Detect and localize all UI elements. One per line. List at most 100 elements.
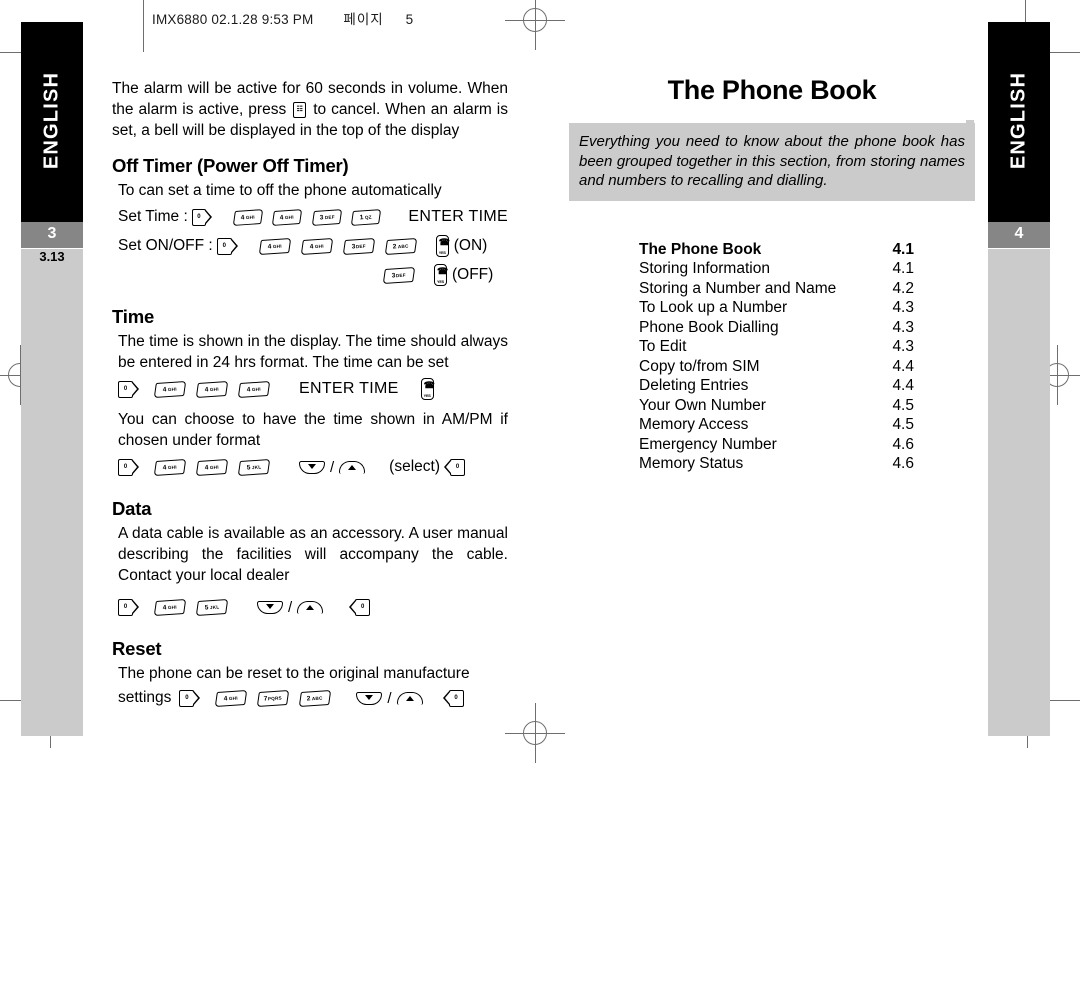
intro-box: Everything you need to know about the ph… [569, 123, 975, 201]
nav-up-key-icon [396, 691, 423, 705]
toc-label: Storing a Number and Name [639, 279, 837, 297]
off-label: (OFF) [452, 266, 494, 283]
section-heading-data: Data [112, 498, 152, 519]
toc-label: Your Own Number [639, 396, 766, 414]
toc-page: 4.5 [892, 396, 914, 414]
num4-key-icon: 4GHI [232, 208, 264, 226]
toc-row[interactable]: Storing Information 4.1 [639, 259, 914, 279]
num4-key-icon: 4GHI [153, 598, 187, 616]
right-page-gray-column [988, 249, 1050, 736]
key-sequence-data: 0 4GHI 5JKL / 0 [112, 594, 508, 620]
num4-key-icon: 4GHI [195, 380, 229, 398]
reset-settings-label: settings [118, 689, 172, 706]
toc-page: 4.1 [892, 260, 914, 277]
left-page-number: 3 [47, 225, 57, 242]
left-language-tab: ENGLISH [21, 22, 83, 222]
num3-key-icon: 3DEF [311, 208, 343, 226]
num4-key-icon: 4GHI [258, 237, 291, 255]
menu-key-icon: 0 [118, 598, 139, 616]
nav-up-key-icon [297, 600, 324, 614]
enter-time-label: ENTER TIME [299, 380, 399, 397]
toc-page: 4.4 [892, 357, 914, 375]
table-of-contents: The Phone Book 4.1 Storing Information 4… [639, 240, 914, 474]
toc-row[interactable]: Storing a Number and Name 4.2 [639, 279, 914, 299]
left-language-tab-label: ENGLISH [40, 71, 63, 170]
toc-row[interactable]: Memory Status 4.6 [639, 454, 914, 474]
print-header-page-number: 5 [405, 12, 414, 27]
section-heading-off-timer: Off Timer (Power Off Timer) [112, 155, 349, 176]
toc-row[interactable]: Deleting Entries 4.4 [639, 376, 914, 396]
right-page-number-band: 4 [988, 222, 1050, 248]
toc-page: 4.3 [892, 299, 914, 316]
toc-row[interactable]: To Look up a Number 4.3 [639, 298, 914, 318]
toc-row[interactable]: Your Own Number 4.5 [639, 396, 914, 416]
right-page-content: The Phone Book Everything you need to kn… [569, 75, 975, 474]
toc-label: Emergency Number [639, 435, 777, 453]
key-sequence-time-format: 0 4GHI 4GHI 5JKL / (select) 0 [112, 454, 508, 480]
num4-key-icon: 4GHI [215, 689, 248, 707]
select-key-icon: 0 [442, 689, 464, 707]
key-slash-separator: / [330, 458, 335, 476]
num3-key-icon: 3DEF [382, 266, 416, 284]
page-title: The Phone Book [667, 75, 877, 105]
key-sequence-set-time: Set Time : 0 4GHI 4GHI 3DEF 1QZ ENTER TI… [112, 204, 508, 230]
right-language-tab-label: ENGLISH [1007, 71, 1030, 170]
toc-row[interactable]: Emergency Number 4.6 [639, 435, 914, 455]
left-page-content: The alarm will be active for 60 seconds … [112, 78, 508, 711]
menu-key-icon: 0 [118, 458, 139, 476]
toc-page: 4.4 [892, 377, 914, 394]
call-key-icon: ☎ YES [435, 235, 450, 257]
key-slash-separator: / [387, 689, 392, 707]
on-label: (ON) [453, 237, 488, 254]
num4-key-icon: 4GHI [153, 458, 187, 476]
set-time-label: Set Time : [118, 208, 188, 225]
select-label: (select) [389, 458, 440, 475]
num4-key-icon: 4GHI [153, 380, 187, 398]
key-sequence-time: 0 4GHI 4GHI 4GHI ENTER TIME ☎ YES [112, 376, 508, 402]
toc-row[interactable]: To Edit 4.3 [639, 337, 914, 357]
call-key-icon: ☎ YES [420, 378, 435, 400]
key-sequence-set-off: 3DEF ☎ YES (OFF) [112, 262, 508, 288]
left-page-gray-column [21, 249, 83, 736]
left-section-number: 3.13 [39, 249, 65, 264]
num4-key-icon: 4GHI [195, 458, 229, 476]
toc-label: To Edit [639, 338, 687, 355]
section-body-off-timer: To can set a time to off the phone autom… [118, 182, 442, 199]
menu-key-icon: 0 [216, 237, 238, 255]
toc-row[interactable]: Memory Access 4.5 [639, 415, 914, 435]
crop-mark-top-left-v [143, 0, 144, 52]
menu-key-icon: 0 [118, 380, 139, 398]
print-header-page-label: 페이지 [343, 12, 384, 27]
print-header: IMX6880 02.1.28 9:53 PM 페이지 5 [152, 8, 413, 28]
num3-key-icon: 3DEF [342, 237, 375, 255]
toc-label: Deleting Entries [639, 377, 749, 394]
toc-label: Memory Access [639, 416, 749, 433]
toc-page: 4.3 [892, 338, 914, 355]
toc-label: Storing Information [639, 260, 770, 277]
enter-time-label: ENTER TIME [408, 208, 508, 225]
section-body-time: The time is shown in the display. The ti… [118, 333, 508, 371]
cancel-key-icon: ☷ [293, 101, 307, 118]
toc-row[interactable]: Copy to/from SIM 4.4 [639, 357, 914, 377]
toc-page: 4.2 [892, 279, 914, 297]
key-slash-separator: / [288, 598, 293, 616]
toc-row[interactable]: Phone Book Dialling 4.3 [639, 318, 914, 338]
key-sequence-reset: settings 0 4GHI 7PQRS 2ABC / 0 [112, 685, 508, 711]
set-onoff-label: Set ON/OFF : [118, 237, 213, 254]
num2-key-icon: 2ABC [299, 689, 332, 707]
toc-page: 4.6 [892, 455, 914, 472]
toc-page: 4.3 [892, 318, 914, 336]
select-key-icon: 0 [444, 458, 465, 476]
toc-label: Copy to/from SIM [639, 357, 760, 375]
print-header-file: IMX6880 02.1.28 9:53 PM [152, 12, 314, 27]
select-key-icon: 0 [349, 598, 371, 616]
toc-row[interactable]: The Phone Book 4.1 [639, 240, 914, 260]
toc-label: Phone Book Dialling [639, 318, 779, 336]
menu-key-icon: 0 [179, 689, 201, 707]
nav-down-key-icon [257, 600, 283, 614]
num7-key-icon: 7PQRS [257, 689, 290, 707]
toc-label: Memory Status [639, 455, 744, 472]
call-key-icon: ☎ YES [434, 264, 448, 286]
num4-key-icon: 4GHI [272, 208, 303, 226]
toc-page: 4.5 [892, 416, 914, 433]
